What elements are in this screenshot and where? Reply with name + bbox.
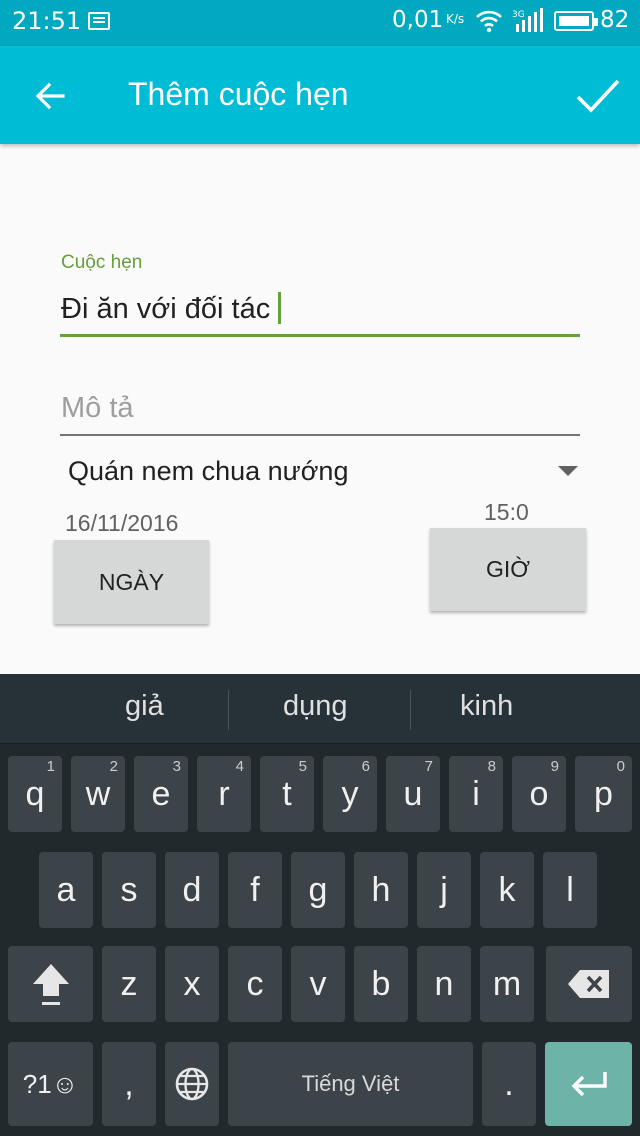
text-cursor [278, 292, 282, 324]
key-d[interactable]: d [165, 852, 219, 928]
globe-icon [175, 1067, 209, 1101]
title-field-label: Cuộc hẹn [61, 252, 143, 273]
battery-icon [554, 11, 598, 31]
key-j[interactable]: j [417, 852, 471, 928]
status-time: 21:51 [12, 7, 82, 35]
network-speed-unit: K/s [446, 12, 465, 26]
key-k[interactable]: k [480, 852, 534, 928]
dropdown-arrow-icon [558, 466, 578, 476]
network-speed: 0,01 [392, 7, 444, 33]
key-q[interactable]: q1 [8, 756, 62, 832]
suggestion-item[interactable]: kinh [460, 690, 513, 723]
keyboard-notification-icon [88, 12, 110, 30]
back-button[interactable] [22, 68, 78, 124]
key-w[interactable]: w2 [71, 756, 125, 832]
key-b[interactable]: b [354, 946, 408, 1022]
description-field-underline [60, 434, 580, 436]
key-g[interactable]: g [291, 852, 345, 928]
space-key[interactable]: Tiếng Việt [228, 1042, 473, 1126]
key-y[interactable]: y6 [323, 756, 377, 832]
key-n[interactable]: n [417, 946, 471, 1022]
key-c[interactable]: c [228, 946, 282, 1022]
key-s[interactable]: s [102, 852, 156, 928]
key-t[interactable]: t5 [260, 756, 314, 832]
location-dropdown[interactable]: Quán nem chua nướng [60, 448, 586, 498]
suggestion-item[interactable]: dụng [283, 690, 348, 723]
key-u[interactable]: u7 [386, 756, 440, 832]
key-f[interactable]: f [228, 852, 282, 928]
key-h[interactable]: h [354, 852, 408, 928]
key-o[interactable]: o9 [512, 756, 566, 832]
key-z[interactable]: z [102, 946, 156, 1022]
enter-icon [571, 1072, 607, 1097]
enter-key[interactable] [545, 1042, 632, 1126]
suggestion-divider [410, 690, 411, 730]
time-button[interactable]: GIỜ [430, 528, 586, 611]
suggestion-item[interactable]: giả [125, 690, 164, 723]
date-value: 16/11/2016 [65, 510, 179, 536]
suggestion-bar: giả dụng kinh [0, 674, 640, 744]
key-l[interactable]: l [543, 852, 597, 928]
backspace-key[interactable] [546, 946, 632, 1022]
key-v[interactable]: v [291, 946, 345, 1022]
title-field[interactable]: Đi ăn với đối tác [61, 292, 282, 326]
title-field-underline [60, 334, 580, 337]
suggestion-divider [228, 690, 229, 730]
key-a[interactable]: a [39, 852, 93, 928]
shift-icon [32, 964, 69, 1005]
key-i[interactable]: i8 [449, 756, 503, 832]
backspace-icon [568, 970, 609, 998]
status-bar: 21:51 0,01 K/s 3G 82 [0, 0, 640, 46]
comma-key[interactable]: , [102, 1042, 156, 1126]
page-title: Thêm cuộc hẹn [128, 76, 349, 112]
wifi-icon [476, 10, 502, 33]
shift-key[interactable] [8, 946, 93, 1022]
arrow-back-icon [35, 82, 65, 110]
key-r[interactable]: r4 [197, 756, 251, 832]
time-value: 15:0 [484, 499, 529, 525]
key-x[interactable]: x [165, 946, 219, 1022]
symbols-key[interactable]: ?1☺ [8, 1042, 93, 1126]
period-key[interactable]: . [482, 1042, 536, 1126]
language-key[interactable] [165, 1042, 219, 1126]
signal-icon: 3G [512, 8, 543, 32]
battery-percent: 82 [600, 7, 630, 33]
title-field-value: Đi ăn với đối tác [61, 293, 271, 325]
date-button[interactable]: NGÀY [54, 540, 209, 624]
network-type-label: 3G [512, 10, 525, 20]
key-m[interactable]: m [480, 946, 534, 1022]
key-p[interactable]: p0 [575, 756, 632, 832]
app-bar: Thêm cuộc hẹn [0, 46, 640, 144]
description-field[interactable]: Mô tả [61, 392, 134, 425]
save-button[interactable] [570, 68, 626, 124]
key-e[interactable]: e3 [134, 756, 188, 832]
soft-keyboard: giả dụng kinh q1 w2 e3 r4 t5 y6 u7 i8 o9… [0, 674, 640, 1136]
location-dropdown-value: Quán nem chua nướng [68, 456, 349, 486]
check-icon [576, 79, 620, 113]
